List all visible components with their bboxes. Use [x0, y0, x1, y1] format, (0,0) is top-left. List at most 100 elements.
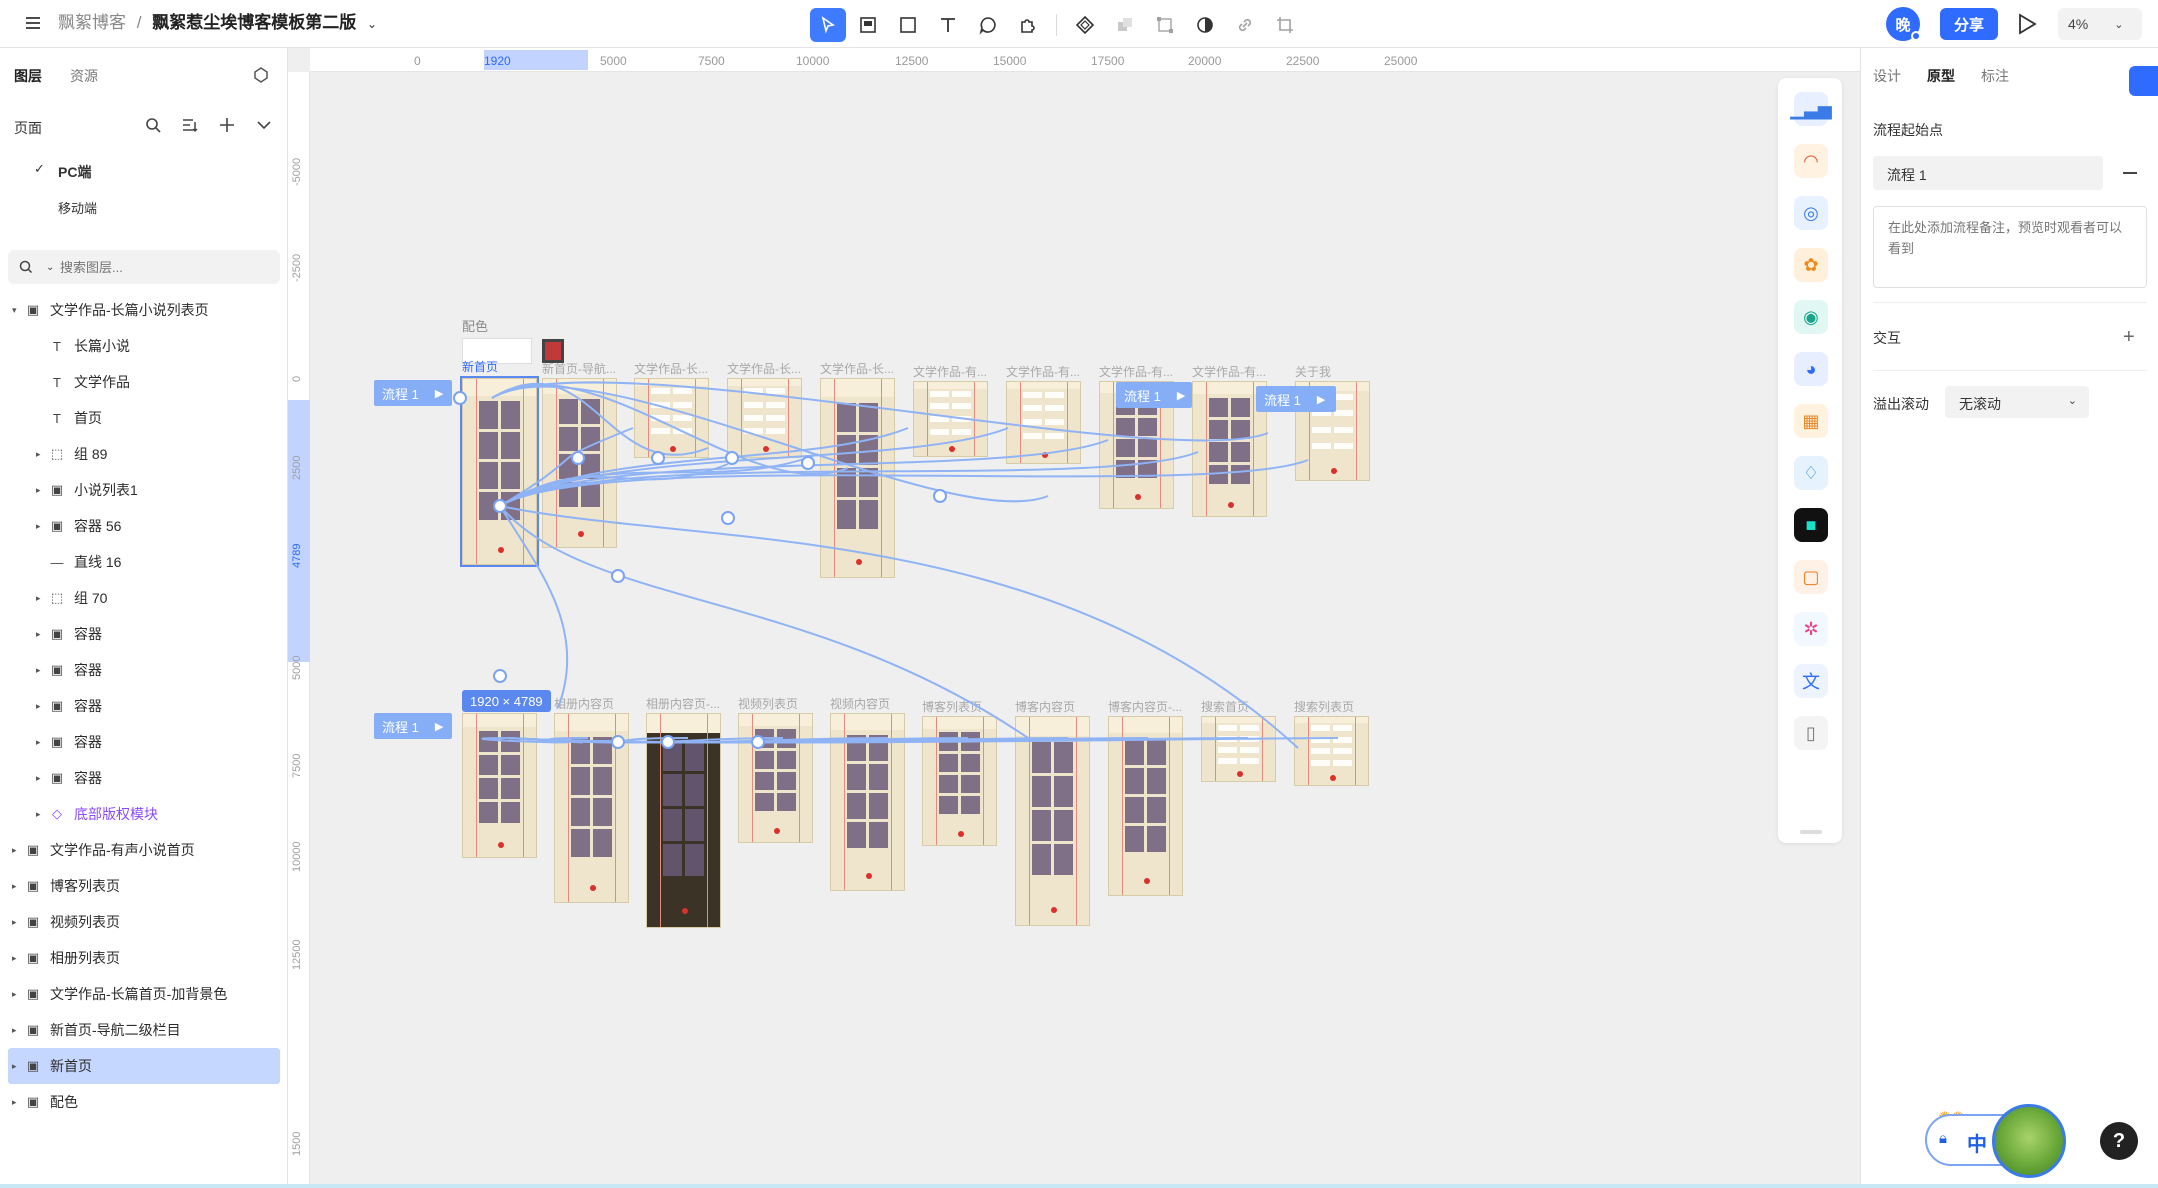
help-button[interactable]: ? [2100, 1122, 2138, 1160]
transform-tool[interactable] [1147, 8, 1183, 42]
share-button[interactable]: 分享 [1940, 8, 1998, 40]
chevron-down-icon[interactable]: ⌄ [46, 262, 54, 273]
design-canvas[interactable]: 0 1920 5000 7500 10000 12500 15000 17500 20000 22… [288, 48, 1860, 1188]
link-anchor[interactable] [493, 499, 507, 513]
link-anchor[interactable] [751, 735, 765, 749]
pinwheel-plugin-icon[interactable]: ✲ [1794, 612, 1828, 646]
app-logo-icon[interactable] [2129, 66, 2158, 96]
owl-plugin-icon[interactable]: ◕ [1794, 352, 1828, 386]
project-link[interactable]: 飘絮博客 [58, 13, 126, 32]
layer-row[interactable]: ▸ ▣ 文学作品-长篇首页-加背景色 [8, 976, 280, 1012]
avatar[interactable]: 晚 [1886, 7, 1921, 41]
tab-design[interactable]: 设计 [1873, 66, 1901, 86]
search-icon[interactable] [18, 259, 34, 275]
layer-row[interactable]: T 长篇小说 [8, 328, 280, 364]
layer-row[interactable]: ▸ ▣ 相册列表页 [8, 940, 280, 976]
layer-row[interactable]: ▸ ▣ 新首页 [8, 1048, 280, 1084]
overflow-select[interactable]: 无滚动 ⌄ [1945, 386, 2089, 418]
link-anchor[interactable] [721, 511, 735, 525]
book-plugin-icon[interactable]: ▯ [1794, 716, 1828, 750]
page-item-mobile[interactable]: 移动端 [58, 198, 97, 217]
layer-row[interactable]: ▸ ⬚ 组 89 [8, 436, 280, 472]
caret-right-icon[interactable]: ▸ [12, 881, 22, 892]
globe-plugin-icon[interactable]: ◎ [1794, 196, 1828, 230]
tab-assets[interactable]: 资源 [70, 66, 98, 86]
caret-right-icon[interactable]: ▸ [12, 1097, 22, 1108]
flow-start-tag[interactable]: 流程 1 ▶ [374, 713, 452, 739]
flow-start-tag[interactable]: 流程 1 ▶ [374, 380, 452, 406]
link-anchor[interactable] [933, 489, 947, 503]
caret-right-icon[interactable]: ▸ [36, 809, 46, 820]
link-anchor[interactable] [611, 569, 625, 583]
frog-plugin-icon[interactable]: ◉ [1794, 300, 1828, 334]
layer-row[interactable]: ▸ ▣ 小说列表1 [8, 472, 280, 508]
plugin-tool[interactable] [1010, 8, 1046, 42]
layer-row[interactable]: T 文学作品 [8, 364, 280, 400]
flow-note-input[interactable] [1873, 206, 2147, 288]
caret-right-icon[interactable]: ▸ [36, 449, 46, 460]
tab-layers[interactable]: 图层 [14, 66, 42, 86]
layer-row[interactable]: ▸ ▣ 视频列表页 [8, 904, 280, 940]
link-anchor[interactable] [661, 735, 675, 749]
component-tool[interactable] [1067, 8, 1103, 42]
caret-right-icon[interactable]: ▸ [36, 773, 46, 784]
caret-right-icon[interactable]: ▸ [12, 1025, 22, 1036]
layer-row[interactable]: ▾ ▣ 文学作品-长篇小说列表页 [8, 292, 280, 328]
caret-right-icon[interactable]: ▸ [12, 845, 22, 856]
flow-start-tag[interactable]: 流程 1 ▶ [1256, 386, 1336, 412]
caret-right-icon[interactable]: ▸ [36, 629, 46, 640]
layer-row[interactable]: ▸ ▣ 容器 [8, 760, 280, 796]
chart-plugin-icon[interactable]: ▁▃▅ [1790, 92, 1832, 126]
dark-square-plugin-icon[interactable]: ■ [1794, 508, 1828, 542]
caret-right-icon[interactable]: ▸ [12, 1061, 22, 1072]
caret-right-icon[interactable]: ▸ [12, 989, 22, 1000]
caret-right-icon[interactable]: ▸ [36, 665, 46, 676]
translate-plugin-icon[interactable]: 文 [1794, 664, 1828, 698]
layer-row[interactable]: ▸ ◇ 底部版权模块 [8, 796, 280, 832]
flower-plugin-icon[interactable]: ✿ [1794, 248, 1828, 282]
flow-start-tag[interactable]: 流程 1 ▶ [1116, 382, 1192, 408]
search-icon[interactable] [144, 116, 162, 134]
zoom-select[interactable]: 4% ⌄ [2058, 8, 2142, 40]
caret-right-icon[interactable]: ▸ [36, 737, 46, 748]
file-name[interactable]: 飘絮惹尘埃博客模板第二版 [152, 13, 356, 32]
caret-right-icon[interactable]: ▸ [36, 701, 46, 712]
play-icon[interactable] [2016, 12, 2038, 36]
caret-right-icon[interactable]: ▸ [36, 593, 46, 604]
layer-row[interactable]: ▸ ▣ 容器 56 [8, 508, 280, 544]
frame-tool[interactable] [850, 8, 886, 42]
link-anchor[interactable] [651, 451, 665, 465]
page-item-pc[interactable]: ✓ PC端 [34, 161, 91, 182]
text-tool[interactable] [930, 8, 966, 42]
tab-prototype[interactable]: 原型 [1927, 66, 1955, 86]
boolean-tool[interactable] [1107, 8, 1143, 42]
layer-row[interactable]: ▸ ▣ 容器 [8, 688, 280, 724]
plus-icon[interactable] [218, 116, 236, 134]
select-tool[interactable] [810, 8, 846, 42]
caret-right-icon[interactable]: ▸ [36, 521, 46, 532]
comment-tool[interactable] [970, 8, 1006, 42]
layer-row[interactable]: ▸ ▣ 容器 [8, 652, 280, 688]
layer-row[interactable]: T 首页 [8, 400, 280, 436]
layer-row[interactable]: ▸ ▣ 容器 [8, 724, 280, 760]
rainbow-plugin-icon[interactable]: ◠ [1794, 144, 1828, 178]
plugin-bar-handle[interactable] [1800, 830, 1822, 834]
layer-row[interactable]: ▸ ⬚ 组 70 [8, 580, 280, 616]
link-tool[interactable] [1227, 8, 1263, 42]
remove-flow-button[interactable] [2123, 172, 2137, 174]
link-anchor[interactable] [571, 451, 585, 465]
link-anchor[interactable] [611, 735, 625, 749]
flow-name-field[interactable]: 流程 1 [1873, 156, 2103, 190]
link-anchor[interactable] [453, 391, 467, 405]
mask-tool[interactable] [1187, 8, 1223, 42]
tab-annotation[interactable]: 标注 [1981, 66, 2009, 86]
caret-right-icon[interactable]: ▸ [36, 485, 46, 496]
layer-row[interactable]: ▸ ▣ 容器 [8, 616, 280, 652]
layers-plugin-icon[interactable]: ▢ [1794, 560, 1828, 594]
add-interaction-button[interactable]: + [2123, 326, 2135, 349]
layer-row[interactable]: — 直线 16 [8, 544, 280, 580]
chevron-down-icon[interactable] [255, 116, 273, 134]
menu-icon[interactable] [24, 14, 42, 32]
layer-row[interactable]: ▸ ▣ 博客列表页 [8, 868, 280, 904]
link-anchor[interactable] [725, 451, 739, 465]
